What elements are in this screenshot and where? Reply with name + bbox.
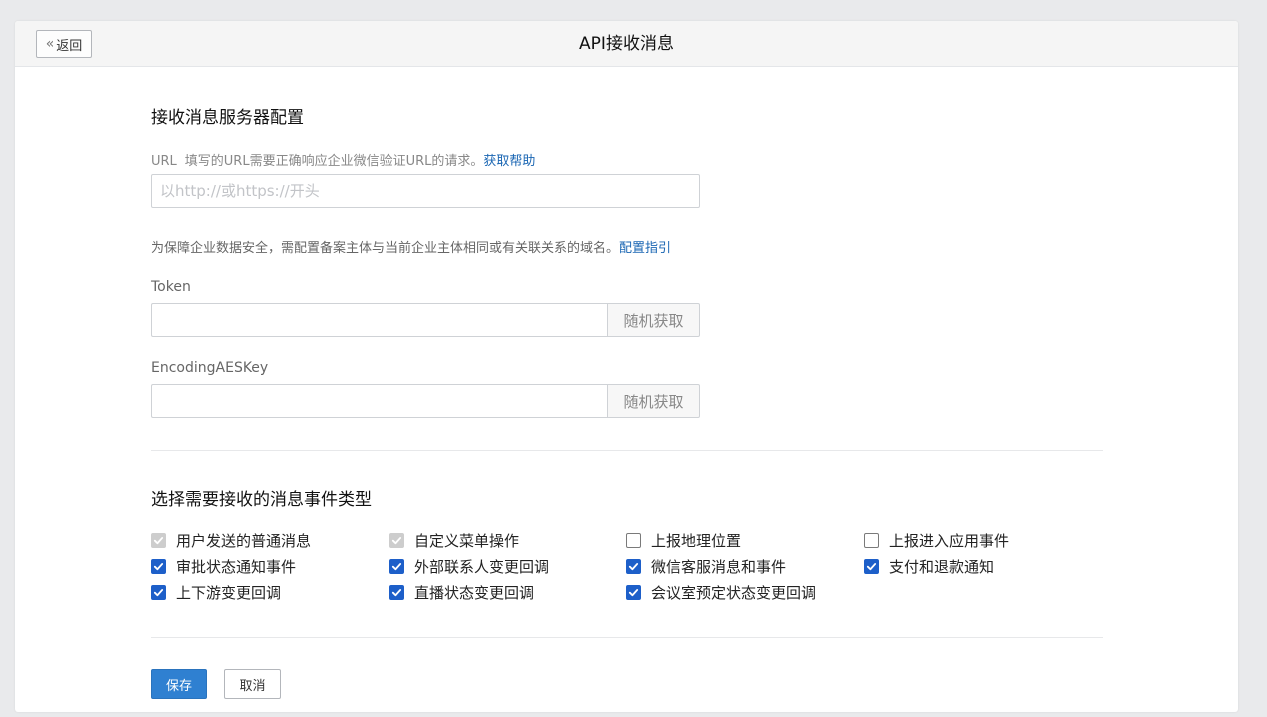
event-label: 上报进入应用事件	[889, 532, 1010, 550]
event-label: 支付和退款通知	[889, 558, 995, 576]
event-checkbox-item: 自定义菜单操作	[389, 530, 519, 551]
aes-key-input[interactable]	[151, 384, 608, 418]
url-hint: 填写的URL需要正确响应企业微信验证URL的请求。	[184, 154, 484, 169]
event-checkbox-item[interactable]: 审批状态通知事件	[151, 556, 296, 577]
checkbox-checked-icon	[151, 559, 166, 574]
events-section-title: 选择需要接收的消息事件类型	[151, 490, 372, 510]
url-help-link[interactable]: 获取帮助	[483, 154, 535, 169]
event-label: 审批状态通知事件	[176, 558, 297, 576]
url-config-guide-link[interactable]: 配置指引	[619, 241, 671, 256]
event-label: 上下游变更回调	[176, 584, 282, 602]
checkbox-unchecked-icon	[626, 533, 641, 548]
aes-key-field-group: 随机获取	[151, 384, 700, 418]
event-label: 直播状态变更回调	[414, 584, 535, 602]
event-checkbox-item: 用户发送的普通消息	[151, 530, 311, 551]
server-config-title: 接收消息服务器配置	[151, 108, 304, 128]
checkbox-checked-icon	[864, 559, 879, 574]
event-checkbox-item[interactable]: 上下游变更回调	[151, 582, 281, 603]
event-checkbox-item[interactable]: 上报进入应用事件	[864, 530, 1009, 551]
event-checkbox-item[interactable]: 外部联系人变更回调	[389, 556, 549, 577]
event-label: 上报地理位置	[651, 532, 742, 550]
event-checkbox-item[interactable]: 会议室预定状态变更回调	[626, 582, 816, 603]
url-note: 为保障企业数据安全，需配置备案主体与当前企业主体相同或有关联关系的域名。	[151, 241, 620, 256]
url-note-row: 为保障企业数据安全，需配置备案主体与当前企业主体相同或有关联关系的域名。配置指引	[151, 237, 671, 256]
token-label: Token	[151, 279, 191, 295]
url-label: URL	[151, 154, 177, 169]
checkbox-disabled-checked-icon	[151, 533, 166, 548]
event-checkbox-item[interactable]: 上报地理位置	[626, 530, 741, 551]
event-checkbox-item[interactable]: 微信客服消息和事件	[626, 556, 786, 577]
token-input[interactable]	[151, 303, 608, 337]
event-checkbox-item[interactable]: 直播状态变更回调	[389, 582, 534, 603]
checkbox-unchecked-icon	[864, 533, 879, 548]
event-label: 会议室预定状态变更回调	[651, 584, 817, 602]
checkbox-checked-icon	[389, 585, 404, 600]
section-divider	[151, 637, 1103, 638]
page-title: API接收消息	[579, 34, 674, 54]
token-field-group: 随机获取	[151, 303, 700, 337]
checkbox-checked-icon	[626, 585, 641, 600]
event-label: 自定义菜单操作	[414, 532, 520, 550]
checkbox-checked-icon	[389, 559, 404, 574]
event-label: 用户发送的普通消息	[176, 532, 312, 550]
cancel-button[interactable]: 取消	[224, 669, 281, 699]
page-header: « 返回 API接收消息	[15, 21, 1238, 67]
event-checkbox-item[interactable]: 支付和退款通知	[864, 556, 994, 577]
token-random-button[interactable]: 随机获取	[607, 303, 700, 337]
checkbox-checked-icon	[151, 585, 166, 600]
section-divider	[151, 450, 1103, 451]
aes-key-label: EncodingAESKey	[151, 360, 269, 376]
checkbox-checked-icon	[626, 559, 641, 574]
url-label-row: URL 填写的URL需要正确响应企业微信验证URL的请求。获取帮助	[151, 150, 535, 169]
save-button[interactable]: 保存	[151, 669, 207, 699]
config-card: « 返回 API接收消息 接收消息服务器配置 URL 填写的URL需要正确响应企业…	[15, 21, 1238, 712]
url-input[interactable]	[151, 174, 700, 208]
aes-key-random-button[interactable]: 随机获取	[607, 384, 700, 418]
event-label: 微信客服消息和事件	[651, 558, 787, 576]
event-label: 外部联系人变更回调	[414, 558, 550, 576]
checkbox-disabled-checked-icon	[389, 533, 404, 548]
